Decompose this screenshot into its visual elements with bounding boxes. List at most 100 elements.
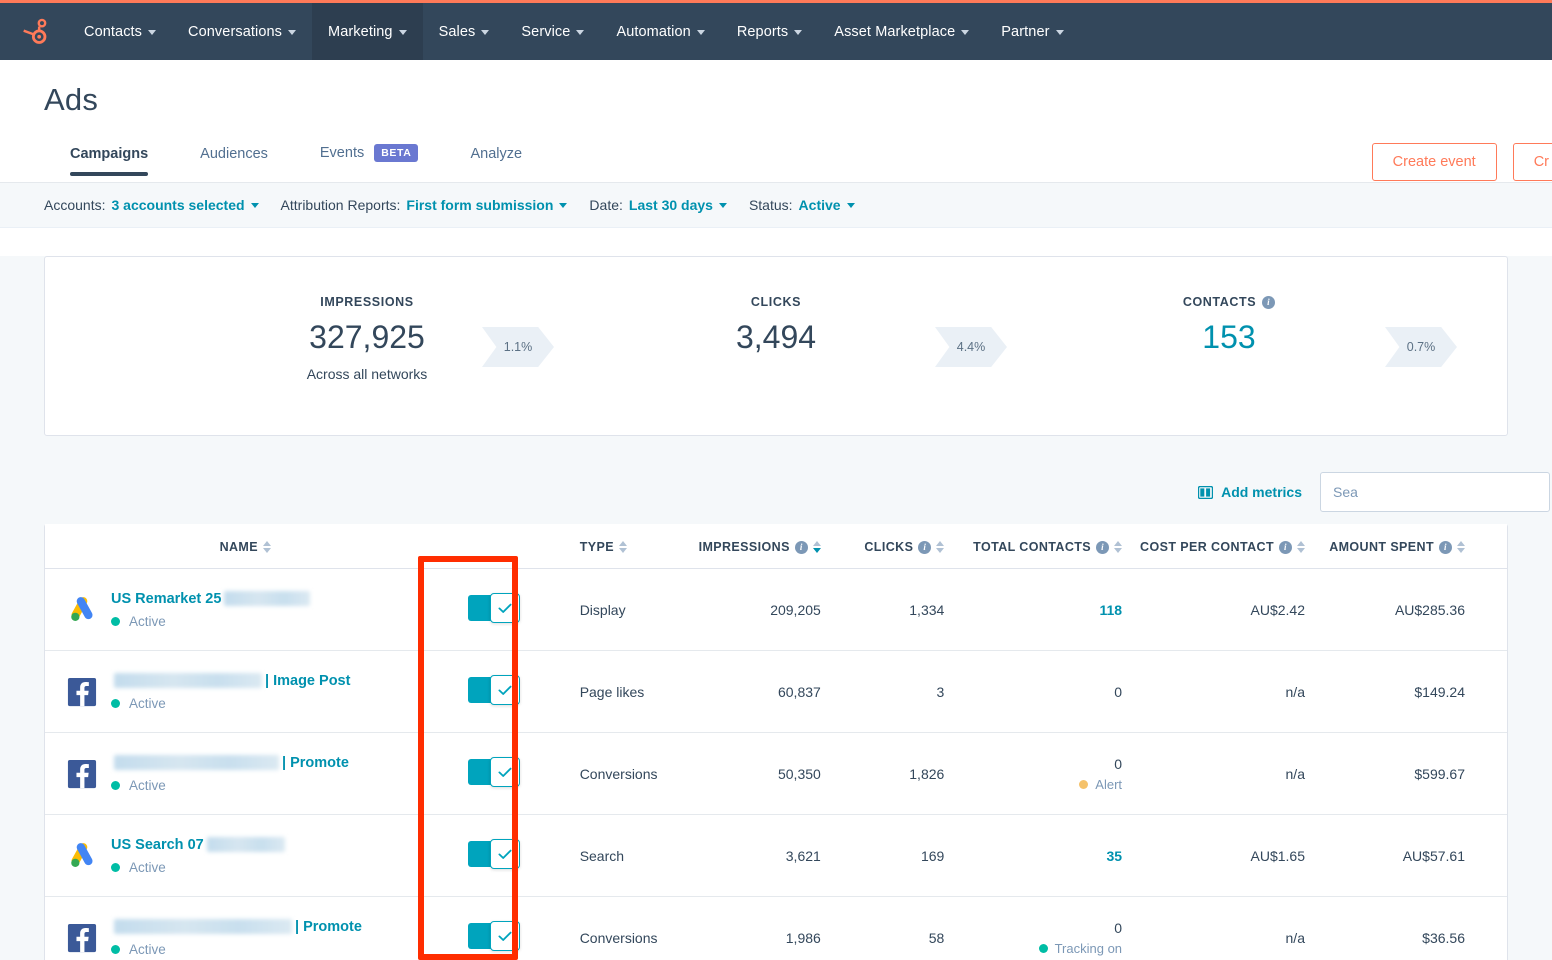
campaign-status-toggle[interactable]	[468, 677, 518, 703]
info-icon[interactable]: i	[1279, 541, 1292, 554]
status-label: Active	[129, 942, 166, 957]
sort-toggle-icon[interactable]	[263, 541, 271, 553]
add-metrics-button[interactable]: Add metrics	[1198, 484, 1302, 500]
filter-value-dropdown[interactable]: Active	[799, 197, 855, 213]
sort-toggle-icon[interactable]	[1114, 541, 1122, 553]
campaign-name-link[interactable]: | Promote	[111, 919, 362, 935]
nav-item-contacts[interactable]: Contacts	[68, 3, 172, 60]
campaign-status: Active	[111, 778, 349, 793]
filter-label: Status:	[749, 197, 793, 213]
campaign-name-link[interactable]: US Search 07	[111, 837, 288, 853]
status-dot-icon	[111, 617, 120, 626]
table-row[interactable]: US Remarket 25ActiveDisplay209,2051,3341…	[45, 569, 1507, 651]
nav-item-service[interactable]: Service	[505, 3, 600, 60]
column-header-name[interactable]: NAME	[45, 524, 424, 569]
status-dot-icon	[111, 699, 120, 708]
info-icon[interactable]: i	[1439, 541, 1452, 554]
column-header-total-contacts[interactable]: TOTAL CONTACTSi	[960, 524, 1140, 569]
tab-campaigns[interactable]: Campaigns	[44, 136, 174, 175]
nav-item-partner[interactable]: Partner	[985, 3, 1079, 60]
column-header-cost-per-contact[interactable]: COST PER CONTACT i	[1140, 524, 1327, 569]
metric-clicks: CLICKS 3,494	[686, 295, 866, 356]
status-label: Active	[129, 614, 166, 629]
nav-item-conversations[interactable]: Conversations	[172, 3, 312, 60]
cell-type: Conversions	[562, 733, 691, 815]
column-header-inner: IMPRESSIONSi	[699, 540, 821, 554]
campaign-name-prefix: US Search 07	[111, 837, 204, 853]
sort-toggle-icon[interactable]	[813, 541, 821, 553]
table-row[interactable]: | PromoteActiveConversions50,3501,8260Al…	[45, 733, 1507, 815]
campaign-status-toggle[interactable]	[468, 923, 518, 949]
metric-label: CONTACTSi	[1183, 295, 1275, 309]
metric-label-text: CLICKS	[751, 295, 801, 309]
redacted-text	[114, 755, 279, 770]
total-contacts-value: 0	[960, 756, 1122, 772]
cell-amount-spent: $149.24	[1327, 651, 1507, 733]
sort-toggle-icon[interactable]	[1457, 541, 1465, 553]
create-event-button[interactable]: Create event	[1372, 143, 1497, 181]
create-secondary-button[interactable]: Cr	[1513, 143, 1552, 181]
column-header-inner: TYPE	[580, 540, 627, 554]
nav-item-reports[interactable]: Reports	[721, 3, 818, 60]
filter-value-dropdown[interactable]: 3 accounts selected	[111, 197, 258, 213]
tab-audiences[interactable]: Audiences	[174, 136, 294, 175]
sort-descending-icon	[619, 548, 627, 553]
info-icon[interactable]: i	[795, 541, 808, 554]
column-header-type[interactable]: TYPE	[562, 524, 691, 569]
conversion-rate-chevron: 1.1%	[482, 327, 554, 367]
metric-label-text: IMPRESSIONS	[320, 295, 413, 309]
campaign-status-toggle[interactable]	[468, 759, 518, 785]
hubspot-logo-button[interactable]	[0, 3, 68, 60]
total-contacts-value[interactable]: 118	[960, 602, 1122, 618]
nav-item-asset-marketplace[interactable]: Asset Marketplace	[818, 3, 985, 60]
campaign-name-link[interactable]: | Image Post	[111, 673, 350, 689]
tab-events[interactable]: EventsBETA	[294, 134, 445, 175]
filter-value-dropdown[interactable]: Last 30 days	[629, 197, 727, 213]
sort-toggle-icon[interactable]	[936, 541, 944, 553]
column-header-clicks[interactable]: CLICKSi	[841, 524, 961, 569]
nav-item-sales[interactable]: Sales	[423, 3, 506, 60]
cell-clicks: 1,826	[841, 733, 961, 815]
redacted-text	[207, 837, 285, 852]
sort-descending-icon	[1297, 548, 1305, 553]
tab-analyze[interactable]: Analyze	[444, 136, 548, 175]
check-icon	[498, 931, 512, 942]
sort-ascending-icon	[1457, 541, 1465, 546]
info-icon[interactable]: i	[918, 541, 931, 554]
chevron-down-icon	[251, 203, 259, 208]
cell-impressions: 60,837	[691, 651, 841, 733]
filter-date: Date:Last 30 days	[589, 197, 727, 213]
filter-value-dropdown[interactable]: First form submission	[406, 197, 567, 213]
sort-toggle-icon[interactable]	[1297, 541, 1305, 553]
cell-clicks: 3	[841, 651, 961, 733]
metric-value: 3,494	[736, 319, 816, 356]
campaign-name-text-group: | Image PostActive	[111, 673, 350, 711]
column-header-label: COST PER CONTACT	[1140, 540, 1274, 554]
campaign-name-link[interactable]: US Remarket 25	[111, 591, 313, 607]
toggle-knob	[490, 839, 520, 869]
cell-total-contacts: 0Alert	[960, 733, 1140, 815]
campaign-name-link[interactable]: | Promote	[111, 755, 349, 771]
table-row[interactable]: | PromoteActiveConversions1,986580Tracki…	[45, 897, 1507, 960]
search-input[interactable]	[1320, 472, 1550, 512]
table-row[interactable]: US Search 07ActiveSearch3,62116935AU$1.6…	[45, 815, 1507, 897]
table-row[interactable]: | Image PostActivePage likes60,83730n/a$…	[45, 651, 1507, 733]
column-header-impressions[interactable]: IMPRESSIONSi	[691, 524, 841, 569]
nav-item-automation[interactable]: Automation	[600, 3, 720, 60]
info-icon[interactable]: i	[1096, 541, 1109, 554]
facebook-icon	[67, 759, 97, 789]
info-icon[interactable]: i	[1262, 296, 1275, 309]
column-header-amount-spent[interactable]: AMOUNT SPENTi	[1327, 524, 1507, 569]
campaign-name-text-group: US Search 07Active	[111, 837, 288, 875]
total-contacts-value[interactable]: 35	[960, 848, 1122, 864]
chevron-down-icon	[719, 203, 727, 208]
total-contacts-value: 0	[960, 920, 1122, 936]
toggle-knob	[490, 921, 520, 951]
conversion-rate-value: 1.1%	[504, 340, 533, 354]
campaign-status-toggle[interactable]	[468, 595, 518, 621]
nav-item-marketing[interactable]: Marketing	[312, 3, 423, 60]
campaign-status-toggle[interactable]	[468, 841, 518, 867]
redacted-text	[114, 919, 292, 934]
campaign-name-text-group: | Promote Active	[111, 919, 362, 957]
sort-toggle-icon[interactable]	[619, 541, 627, 553]
